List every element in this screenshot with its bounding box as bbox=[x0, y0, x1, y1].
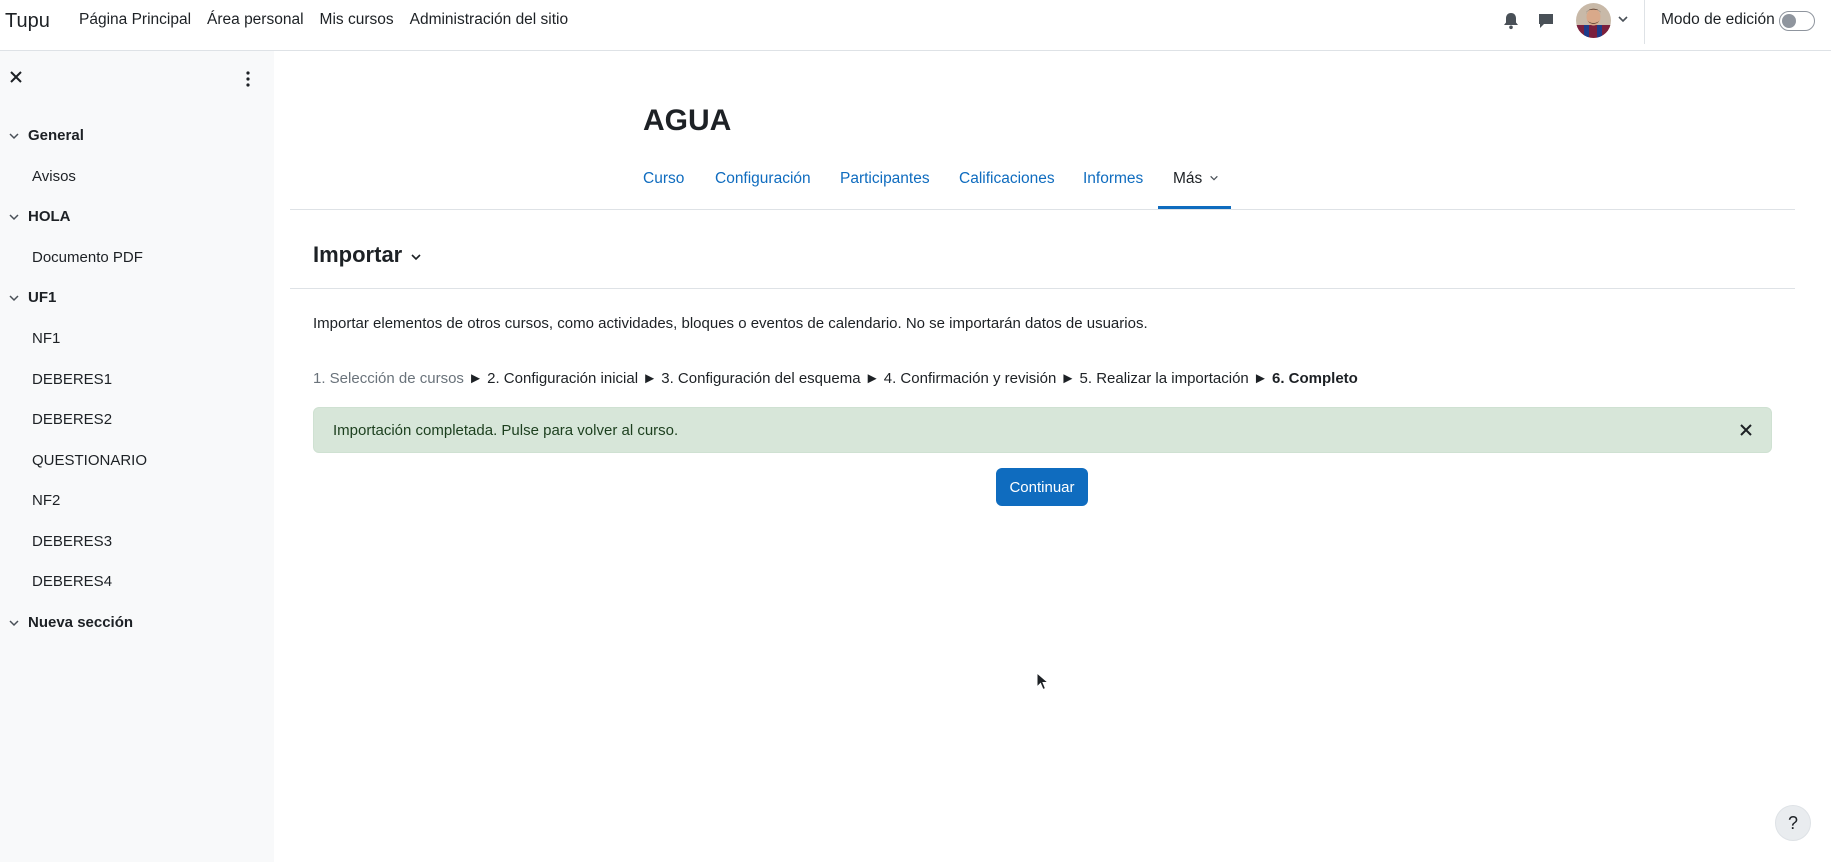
section-uf1[interactable]: UF1 bbox=[8, 289, 56, 306]
section-hola[interactable]: HOLA bbox=[8, 208, 71, 225]
drawer-item-deberes2[interactable]: DEBERES2 bbox=[32, 411, 112, 428]
section-title: HOLA bbox=[28, 208, 71, 225]
drawer-item-nf1[interactable]: NF1 bbox=[32, 330, 60, 347]
step-separator: ► bbox=[1060, 370, 1076, 387]
step-6-current: 6. Completo bbox=[1271, 370, 1358, 387]
drawer-item-questionario[interactable]: QUESTIONARIO bbox=[32, 452, 147, 469]
mouse-pointer-icon bbox=[1036, 672, 1050, 691]
chevron-down-icon bbox=[9, 213, 19, 220]
primary-navigation: Página Principal Área personal Mis curso… bbox=[79, 11, 584, 29]
help-button[interactable]: ? bbox=[1775, 805, 1811, 841]
section-nueva-seccion[interactable]: Nueva sección bbox=[8, 614, 133, 631]
import-progress-steps: 1. Selección de cursos ► 2. Configuració… bbox=[313, 370, 1358, 387]
step-3: 3. Configuración del esquema bbox=[661, 370, 861, 387]
step-1: 1. Selección de cursos bbox=[313, 370, 464, 387]
chevron-down-icon bbox=[9, 619, 19, 626]
course-index-drawer: General Avisos HOLA Documento PDF UF1 NF… bbox=[0, 51, 274, 862]
user-avatar[interactable] bbox=[1576, 3, 1611, 38]
chevron-down-icon bbox=[411, 254, 421, 261]
tab-informes[interactable]: Informes bbox=[1083, 170, 1143, 188]
nav-link-my-courses[interactable]: Mis cursos bbox=[320, 11, 394, 29]
user-menu-chevron-down-icon[interactable] bbox=[1617, 13, 1629, 25]
edit-mode-label: Modo de edición bbox=[1661, 11, 1775, 28]
section-title: Nueva sección bbox=[28, 614, 134, 631]
tab-participantes[interactable]: Participantes bbox=[840, 170, 930, 188]
chat-icon[interactable] bbox=[1537, 12, 1555, 30]
heading-divider bbox=[290, 288, 1795, 289]
step-separator: ► bbox=[864, 370, 880, 387]
tab-configuracion[interactable]: Configuración bbox=[715, 170, 811, 188]
nav-link-dashboard[interactable]: Área personal bbox=[207, 11, 304, 29]
site-brand[interactable]: Tupu bbox=[5, 10, 50, 33]
import-intro-text: Importar elementos de otros cursos, como… bbox=[313, 315, 1148, 332]
step-separator: ► bbox=[468, 370, 483, 387]
drawer-item-deberes4[interactable]: DEBERES4 bbox=[32, 573, 112, 590]
bell-icon[interactable] bbox=[1503, 12, 1519, 30]
page-heading[interactable]: Importar bbox=[313, 242, 422, 268]
success-alert: Importación completada. Pulse para volve… bbox=[313, 407, 1772, 453]
top-navbar: Tupu Página Principal Área personal Mis … bbox=[0, 0, 1831, 51]
nav-link-site-admin[interactable]: Administración del sitio bbox=[410, 11, 569, 29]
step-5: 5. Realizar la importación bbox=[1079, 370, 1249, 387]
active-tab-indicator bbox=[1158, 206, 1231, 209]
page-heading-text: Importar bbox=[313, 242, 403, 267]
course-secondary-navigation: Curso Configuración Participantes Califi… bbox=[290, 160, 1795, 210]
step-2: 2. Configuración inicial bbox=[487, 370, 639, 387]
drawer-item-nf2[interactable]: NF2 bbox=[32, 492, 60, 509]
step-4: 4. Confirmación y revisión bbox=[883, 370, 1057, 387]
tab-curso[interactable]: Curso bbox=[643, 170, 684, 188]
close-icon[interactable] bbox=[9, 70, 23, 84]
step-separator: ► bbox=[1252, 370, 1268, 387]
course-title: AGUA bbox=[643, 104, 732, 137]
drawer-item-avisos[interactable]: Avisos bbox=[32, 168, 76, 185]
chevron-down-icon bbox=[9, 294, 19, 301]
chevron-down-icon bbox=[9, 132, 19, 139]
more-options-icon[interactable] bbox=[242, 70, 254, 88]
tab-calificaciones[interactable]: Calificaciones bbox=[959, 170, 1055, 188]
navbar-divider bbox=[1644, 0, 1645, 44]
edit-mode-toggle[interactable] bbox=[1779, 11, 1815, 31]
alert-message: Importación completada. Pulse para volve… bbox=[333, 422, 679, 439]
close-icon[interactable] bbox=[1739, 423, 1753, 437]
drawer-item-documento-pdf[interactable]: Documento PDF bbox=[32, 249, 143, 266]
nav-link-home[interactable]: Página Principal bbox=[79, 11, 191, 29]
section-title: UF1 bbox=[28, 289, 57, 306]
continue-button[interactable]: Continuar bbox=[996, 468, 1088, 506]
drawer-item-deberes1[interactable]: DEBERES1 bbox=[32, 371, 112, 388]
toggle-knob bbox=[1782, 14, 1796, 28]
section-general[interactable]: General bbox=[8, 127, 84, 144]
tab-mas[interactable]: Más bbox=[1173, 170, 1219, 188]
chevron-down-icon bbox=[1209, 175, 1218, 181]
section-title: General bbox=[28, 127, 84, 144]
drawer-item-deberes3[interactable]: DEBERES3 bbox=[32, 533, 112, 550]
step-separator: ► bbox=[642, 370, 658, 387]
tab-mas-label: Más bbox=[1173, 170, 1203, 187]
